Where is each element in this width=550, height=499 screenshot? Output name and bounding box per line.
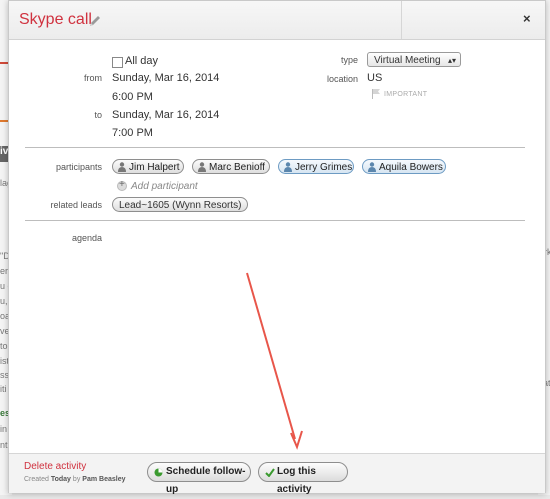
activity-modal: Skype call × All day from Sunday, Mar 16… [8,0,546,495]
schedule-followup-button[interactable]: Schedule follow-up [147,462,251,495]
background-fragment: iti [0,384,7,394]
checkmark-icon [265,468,275,477]
delete-activity-link[interactable]: Delete activity [24,461,86,472]
created-info: Created Today by Pam Beasley [24,476,125,483]
schedule-followup-label: Schedule follow-up [166,466,246,495]
created-by-word: by [72,476,81,483]
background-fragment: to [0,341,8,351]
background-fragment: in [0,424,8,434]
created-by: Pam Beasley [82,476,126,483]
created-prefix: Created [24,476,49,483]
log-activity-label: Log this activity [277,466,316,495]
modal-footer: Delete activity Created Today by Pam Bea… [9,453,545,495]
green-dot-icon [154,468,163,477]
created-when: Today [50,476,71,483]
log-activity-button[interactable]: Log this activity [258,462,348,495]
annotation-arrow [246,272,303,450]
